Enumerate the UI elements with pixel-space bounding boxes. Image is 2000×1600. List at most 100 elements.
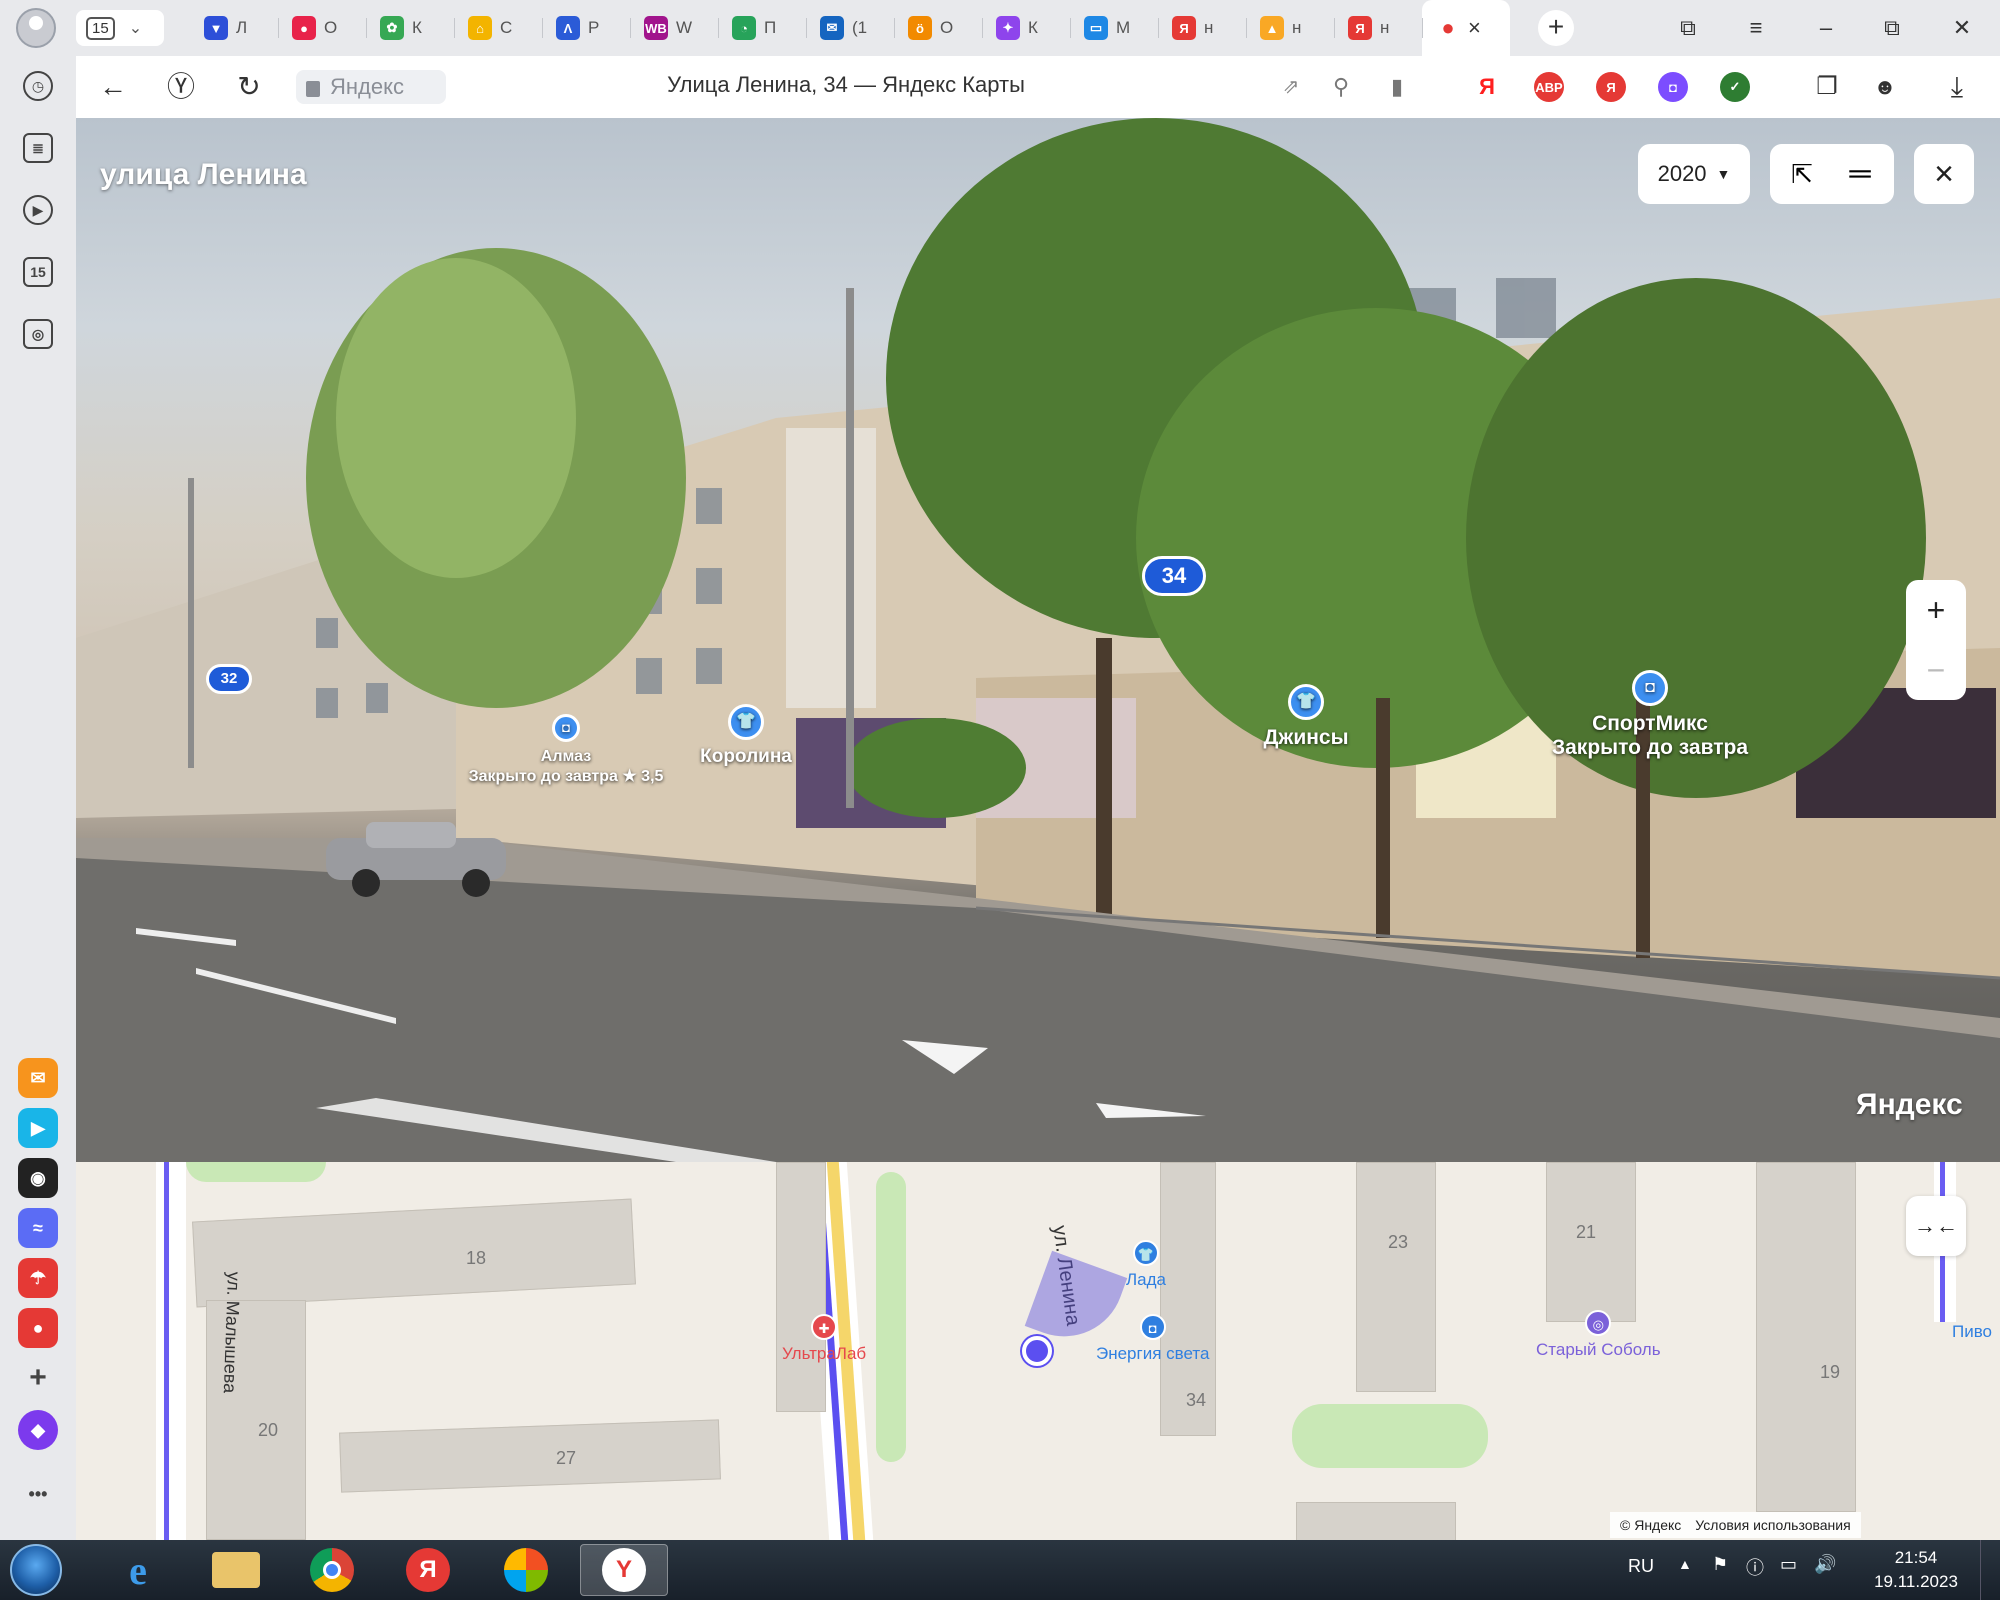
poi-name: Алмаз <box>540 748 592 765</box>
browser-tab[interactable]: ΛР <box>542 0 630 56</box>
sidebar-app-alice-app-icon[interactable]: ◉ <box>18 1158 58 1198</box>
browser-tab[interactable]: ▲ н <box>1246 0 1334 56</box>
open-external-icon[interactable]: ⇱ <box>1782 154 1822 194</box>
browser-tab[interactable]: ⌂ С <box>454 0 542 56</box>
sidebar-app-fb-messenger-icon[interactable]: ≈ <box>18 1208 58 1248</box>
map-poi[interactable]: ◘ Энергия света <box>1096 1314 1209 1364</box>
browser-tab-active[interactable]: ● × <box>1422 0 1510 56</box>
sidebar-app-messenger-icon[interactable]: ▶ <box>18 1108 58 1148</box>
map-poi-name: Старый Соболь <box>1536 1340 1661 1359</box>
clock[interactable]: 21:54 19.11.2023 <box>1866 1546 1966 1594</box>
sidebar-app-maps-icon[interactable]: ● <box>18 1308 58 1348</box>
flag-icon[interactable]: ⚑ <box>1712 1554 1728 1575</box>
history-icon[interactable]: ◷ <box>18 66 58 106</box>
building <box>1756 1162 1856 1512</box>
map-poi[interactable]: ◎ Старый Соболь <box>1536 1310 1661 1360</box>
reload-icon[interactable]: ↻ <box>230 68 268 106</box>
zoom-in-button[interactable]: + <box>1906 580 1966 640</box>
tab-counter-button[interactable]: 15 ⌄ <box>76 10 164 46</box>
play-icon[interactable]: ▶ <box>18 190 58 230</box>
yandex-logo-icon[interactable]: Ⓨ <box>162 68 200 106</box>
calendar-icon[interactable]: 15 <box>18 252 58 292</box>
sidebar-app-weather-icon[interactable]: ☂ <box>18 1258 58 1298</box>
browser-tab[interactable]: ✿ К <box>366 0 454 56</box>
volume-icon[interactable]: 🔊 <box>1814 1554 1836 1575</box>
download-icon[interactable]: ⤓ <box>1938 68 1976 106</box>
info-icon[interactable]: ⓘ <box>1746 1554 1764 1580</box>
mini-map[interactable]: 18 20 27 23 21 34 19 ул. Малышева ул. Ле… <box>76 1162 2000 1540</box>
tab-title: Р <box>588 18 600 37</box>
poi-marker[interactable]: ◘ СпортМикс Закрыто до завтра <box>1530 670 1770 760</box>
park-area <box>876 1172 906 1462</box>
profile-avatar[interactable] <box>16 8 56 48</box>
alice-icon[interactable]: ◆ <box>18 1410 58 1450</box>
collections-sidebar-icon[interactable]: ≣ <box>18 128 58 168</box>
location-pin-icon[interactable]: ⚲ <box>1322 68 1360 106</box>
street-panorama[interactable]: улица Ленина 2020 ▼ ⇱ ═ × 34 32 ◘ Алмаз … <box>76 118 2000 1162</box>
extension-icon[interactable]: Я <box>1472 72 1502 102</box>
share-icon[interactable]: ⇗ <box>1272 68 1310 106</box>
house-number-badge[interactable]: 34 <box>1142 556 1206 596</box>
close-tab-icon[interactable]: × <box>1468 15 1481 41</box>
extension-icon[interactable]: ◘ <box>1658 72 1688 102</box>
back-arrow-icon[interactable]: ← <box>94 68 132 106</box>
map-poi[interactable]: Пиво <box>1952 1322 1992 1342</box>
shopping-bag-icon: ◘ <box>1139 1314 1166 1340</box>
browser-tab[interactable]: ● О <box>278 0 366 56</box>
browser-tab[interactable]: ▼ Л <box>190 0 278 56</box>
close-panorama-button[interactable]: × <box>1914 144 1974 204</box>
browser-tab[interactable]: ✉ (1 <box>806 0 894 56</box>
extension-icon[interactable]: ✓ <box>1720 72 1750 102</box>
close-window-button[interactable]: ✕ <box>1942 10 1982 46</box>
extension-icon[interactable]: Я <box>1596 72 1626 102</box>
year-select[interactable]: 2020 ▼ <box>1638 144 1750 204</box>
tab-favicon: ✿ <box>380 16 404 40</box>
sidebar-app-mail-icon[interactable]: ✉ <box>18 1058 58 1098</box>
terms-link[interactable]: Условия использования <box>1695 1512 1850 1538</box>
restore-button[interactable]: ⧉ <box>1872 10 1912 46</box>
poi-marker[interactable]: 👕 Джинсы <box>1236 684 1376 750</box>
minimize-button[interactable]: – <box>1806 10 1846 46</box>
poi-marker[interactable]: ◘ Алмаз Закрыто до завтра ★ 3,5 <box>446 714 686 786</box>
taskbar-windows-ball[interactable] <box>492 1544 560 1596</box>
url-field[interactable]: Яндекс <box>296 70 446 104</box>
house-number-badge[interactable]: 32 <box>206 664 252 694</box>
show-desktop-button[interactable] <box>1980 1540 2000 1600</box>
bookmark-icon[interactable]: ▮ <box>1378 68 1416 106</box>
start-button[interactable] <box>10 1544 62 1596</box>
menu-lines-icon[interactable]: ═ <box>1840 154 1880 194</box>
map-poi[interactable]: 👕 Лада <box>1126 1240 1166 1290</box>
browser-tab[interactable]: ▭ М <box>1070 0 1158 56</box>
menu-icon[interactable]: ≡ <box>1736 10 1776 46</box>
screenshot-icon[interactable]: ◎ <box>18 314 58 354</box>
zoom-out-button[interactable]: − <box>1906 640 1966 700</box>
tab-manager-icon[interactable]: ⧉ <box>1668 10 1708 46</box>
taskbar-chrome[interactable] <box>298 1544 366 1596</box>
more-icon[interactable]: ••• <box>18 1474 58 1514</box>
tab-favicon: ◔ <box>732 16 756 40</box>
poi-marker[interactable]: 👕 Королина <box>676 704 816 768</box>
extension-icon[interactable]: ABP <box>1534 72 1564 102</box>
browser-tab[interactable]: WB W <box>630 0 718 56</box>
building <box>776 1162 826 1412</box>
language-indicator[interactable]: RU <box>1628 1556 1654 1577</box>
user-extension-icon[interactable]: ☻ <box>1866 68 1904 106</box>
collapse-map-button[interactable]: →← <box>1906 1196 1966 1256</box>
browser-tab[interactable]: ✦ К <box>982 0 1070 56</box>
network-icon[interactable]: ▭ <box>1780 1554 1797 1575</box>
taskbar-yandex[interactable]: Я <box>394 1544 462 1596</box>
poi-name: Джинсы <box>1263 726 1349 749</box>
browser-tab[interactable]: öО <box>894 0 982 56</box>
collections-icon[interactable]: ❐ <box>1808 68 1846 106</box>
sidebar-app-add-icon[interactable]: + <box>18 1358 58 1398</box>
taskbar-internet-explorer[interactable]: e <box>104 1544 172 1596</box>
taskbar-explorer[interactable] <box>202 1544 270 1596</box>
taskbar-yandex-browser[interactable]: Y <box>580 1544 668 1596</box>
new-tab-button[interactable]: + <box>1538 10 1574 46</box>
browser-tab[interactable]: ◔ П <box>718 0 806 56</box>
position-marker[interactable] <box>1022 1336 1052 1366</box>
show-hidden-icons[interactable]: ▲ <box>1678 1556 1692 1572</box>
browser-tab[interactable]: Ян <box>1158 0 1246 56</box>
browser-tab[interactable]: Ян <box>1334 0 1422 56</box>
map-poi[interactable]: ✚ УльтраЛаб <box>782 1314 866 1364</box>
